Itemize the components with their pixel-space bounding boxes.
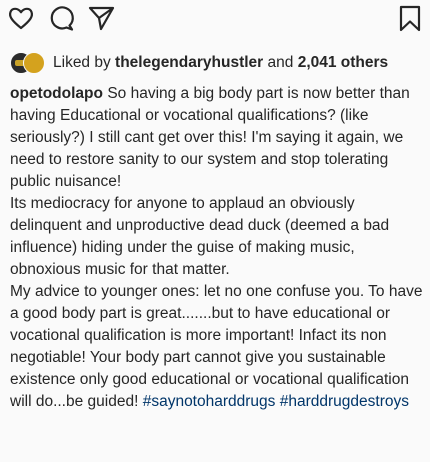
hashtag-link[interactable]: #saynotoharddrugs (143, 393, 276, 410)
caption-text-3: My advice to younger ones: let no one co… (10, 283, 423, 410)
caption-text-2: Its mediocracy for anyone to applaud an … (10, 195, 390, 278)
likes-count[interactable]: 2,041 others (298, 54, 388, 72)
bookmark-icon[interactable] (396, 4, 424, 32)
liker-avatars (10, 52, 45, 74)
post-action-bar (0, 0, 430, 40)
post-caption: opetodolapo So having a big body part is… (10, 83, 426, 413)
hashtag-link[interactable]: #harddrugdestroys (280, 393, 409, 410)
caption-paragraph: opetodolapo So having a big body part is… (10, 83, 426, 193)
caption-paragraph: Its mediocracy for anyone to applaud an … (10, 193, 426, 281)
liker-username[interactable]: thelegendaryhustler (115, 54, 263, 72)
likes-summary: Liked by thelegendaryhustler and 2,041 o… (10, 52, 388, 74)
caption-paragraph: My advice to younger ones: let no one co… (10, 281, 426, 413)
heart-icon[interactable] (7, 4, 35, 32)
avatar[interactable] (23, 52, 45, 74)
comment-icon[interactable] (47, 4, 75, 32)
likes-conjunction: and (267, 54, 294, 71)
share-icon[interactable] (87, 4, 115, 32)
likes-prefix: Liked by (53, 54, 111, 71)
caption-username[interactable]: opetodolapo (10, 85, 103, 102)
